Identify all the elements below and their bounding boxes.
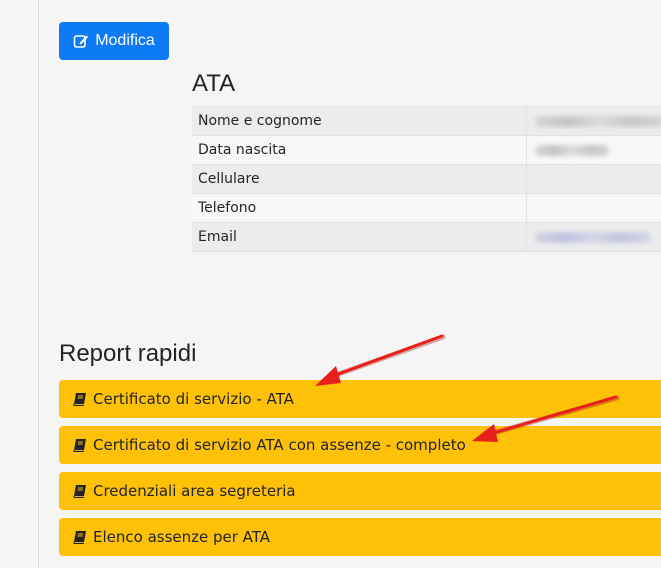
row-value-mobile bbox=[526, 164, 661, 194]
table-row: Telefono bbox=[192, 193, 661, 223]
report-button-label: Credenziali area segreteria bbox=[93, 482, 296, 500]
report-button-label: Certificato di servizio - ATA bbox=[93, 390, 294, 408]
report-button-credentials[interactable]: Credenziali area segreteria bbox=[59, 472, 661, 510]
row-label-email: Email bbox=[192, 222, 527, 252]
report-button-absences-list[interactable]: Elenco assenze per ATA bbox=[59, 518, 661, 556]
row-label-phone: Telefono bbox=[192, 193, 527, 223]
report-button-label: Certificato di servizio ATA con assenze … bbox=[93, 436, 466, 454]
info-table: Nome e cognome Data nascita Cellulare Te… bbox=[192, 106, 661, 252]
report-button-certificate[interactable]: Certificato di servizio - ATA bbox=[59, 380, 661, 418]
table-row: Cellulare bbox=[192, 164, 661, 194]
redacted-value bbox=[534, 231, 651, 243]
edit-icon bbox=[73, 35, 89, 48]
book-icon bbox=[73, 393, 86, 406]
book-icon bbox=[73, 485, 86, 498]
report-button-label: Elenco assenze per ATA bbox=[93, 528, 271, 546]
book-icon bbox=[73, 531, 86, 544]
table-row: Data nascita bbox=[192, 135, 661, 165]
row-value-birthdate bbox=[526, 135, 661, 165]
row-value-phone bbox=[526, 193, 661, 223]
left-sidebar bbox=[0, 0, 39, 568]
table-row: Email bbox=[192, 222, 661, 252]
report-button-certificate-absences[interactable]: Certificato di servizio ATA con assenze … bbox=[59, 426, 661, 464]
reports-title: Report rapidi bbox=[59, 340, 197, 367]
edit-button-label: Modifica bbox=[95, 32, 155, 49]
row-value-email bbox=[526, 222, 661, 252]
redacted-value bbox=[534, 144, 609, 156]
redacted-value bbox=[534, 115, 661, 127]
book-icon bbox=[73, 439, 86, 452]
row-value-name bbox=[526, 106, 661, 136]
row-label-birthdate: Data nascita bbox=[192, 135, 527, 165]
edit-button[interactable]: Modifica bbox=[59, 22, 169, 60]
row-label-name: Nome e cognome bbox=[192, 106, 527, 136]
section-title: ATA bbox=[192, 70, 236, 97]
table-row: Nome e cognome bbox=[192, 106, 661, 136]
row-label-mobile: Cellulare bbox=[192, 164, 527, 194]
